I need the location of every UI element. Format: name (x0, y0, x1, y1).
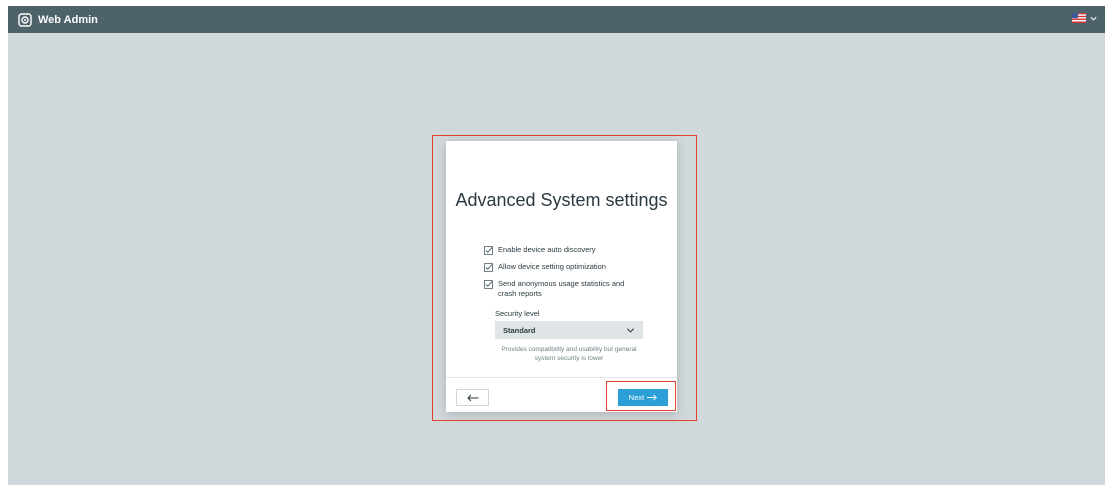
back-button[interactable] (456, 389, 489, 406)
option-send-usage-statistics[interactable]: Send anonymous usage statistics and cras… (484, 279, 644, 299)
checkbox-checked-icon[interactable] (484, 280, 493, 289)
settings-options: Enable device auto discovery Allow devic… (484, 245, 644, 306)
checkbox-checked-icon[interactable] (484, 246, 493, 255)
arrow-right-icon (647, 394, 658, 401)
us-flag-icon (1072, 13, 1086, 23)
option-label: Enable device auto discovery (498, 245, 596, 254)
security-level-value: Standard (503, 325, 536, 335)
arrow-left-icon (466, 394, 478, 401)
app-window: Web Admin Advanced System settings Enabl… (8, 6, 1105, 485)
top-bar: Web Admin (8, 6, 1105, 33)
next-button[interactable]: Next (618, 389, 668, 406)
dialog-footer: Next (446, 377, 677, 412)
security-level-label: Security level (495, 309, 540, 318)
next-button-label: Next (628, 393, 645, 402)
option-label: Send anonymous usage statistics and cras… (498, 279, 625, 298)
dialog-title: Advanced System settings (455, 190, 668, 210)
checkbox-checked-icon[interactable] (484, 263, 493, 272)
option-label: Allow device setting optimization (498, 262, 606, 271)
option-allow-setting-optimization[interactable]: Allow device setting optimization (484, 262, 644, 272)
app-logo[interactable]: Web Admin (18, 12, 98, 27)
security-level-description: Provides compatibility and usability but… (501, 346, 637, 362)
app-title: Web Admin (38, 13, 98, 26)
option-enable-auto-discovery[interactable]: Enable device auto discovery (484, 245, 644, 255)
language-selector[interactable] (1072, 13, 1098, 23)
chevron-down-icon (1090, 16, 1097, 21)
advanced-settings-dialog: Advanced System settings Enable device a… (446, 141, 677, 412)
security-level-select[interactable]: Standard (495, 321, 643, 339)
web-admin-logo-icon (18, 12, 32, 27)
chevron-down-icon (626, 327, 635, 333)
